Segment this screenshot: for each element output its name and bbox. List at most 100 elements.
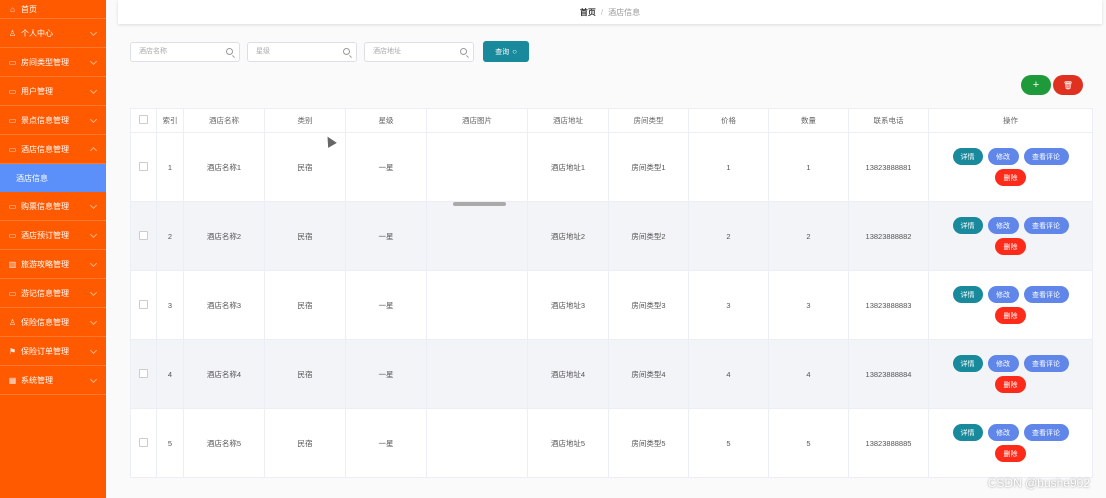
detail-button[interactable]: 详情 <box>952 424 983 441</box>
quantity-cell: 5 <box>768 408 849 478</box>
phone-cell: 13823888882 <box>848 201 929 271</box>
sidebar-item-system[interactable]: ▦ 系统管理 <box>0 366 106 395</box>
table-header-row: 索引 酒店名称 类别 星级 酒店图片 酒店地址 房间类型 价格 数量 联系电话 … <box>130 108 1093 133</box>
sidebar-item-label: 游记信息管理 <box>21 288 69 298</box>
row-checkbox[interactable] <box>139 161 148 171</box>
folder-icon: ▭ <box>8 115 17 125</box>
column-header: 酒店地址 <box>527 108 609 133</box>
column-header: 数量 <box>768 108 849 133</box>
price-cell: 2 <box>688 201 769 271</box>
edit-button[interactable]: 修改 <box>987 424 1019 441</box>
edit-button[interactable]: 修改 <box>987 217 1019 234</box>
select-all-checkbox[interactable] <box>139 115 148 124</box>
search-icon: ○ <box>512 47 517 56</box>
sidebar-item-label: 个人中心 <box>21 28 53 38</box>
batch-delete-button[interactable]: 🗑 <box>1053 75 1083 95</box>
sidebar-item-room-type[interactable]: ▭ 房间类型管理 <box>0 48 106 77</box>
table-row: 1 酒店名称1 民宿 一星 酒店地址1 房间类型1 1 1 1382388888… <box>130 132 1093 202</box>
breadcrumb: 首页 / 酒店信息 <box>118 0 1102 24</box>
sidebar-item-personal-center[interactable]: ♙ 个人中心 <box>0 19 106 48</box>
search-icon <box>460 47 467 55</box>
row-checkbox[interactable] <box>139 230 148 240</box>
add-button[interactable]: + <box>1021 75 1051 95</box>
price-cell: 3 <box>688 270 769 340</box>
sidebar-item-label: 保险信息管理 <box>21 317 69 327</box>
sidebar-item-label: 房间类型管理 <box>21 57 69 67</box>
star-input[interactable]: 星级 <box>247 41 357 62</box>
sidebar-item-label: 系统管理 <box>21 375 53 385</box>
search-icon <box>226 47 233 55</box>
star-cell: 一星 <box>345 270 427 340</box>
detail-button[interactable]: 详情 <box>952 217 983 234</box>
sidebar-item-hotel-booking[interactable]: ▭ 酒店预订管理 <box>0 221 106 250</box>
row-select-cell[interactable] <box>130 408 157 478</box>
view-reviews-button[interactable]: 查看评论 <box>1023 424 1069 441</box>
home-icon: ⌂ <box>10 4 15 14</box>
breadcrumb-separator: / <box>600 7 604 17</box>
select-all-cell[interactable] <box>130 108 157 133</box>
edit-button[interactable]: 修改 <box>987 355 1019 372</box>
detail-button[interactable]: 详情 <box>952 286 983 303</box>
row-checkbox[interactable] <box>139 299 148 309</box>
chevron-down-icon <box>89 201 98 210</box>
chevron-down-icon <box>89 288 98 297</box>
breadcrumb-home[interactable]: 首页 <box>580 7 596 18</box>
quantity-cell: 1 <box>768 132 849 202</box>
actions-cell: 详情 修改 查看评论删除 <box>928 408 1093 478</box>
row-select-cell[interactable] <box>130 132 157 202</box>
hotel-name-cell: 酒店名称3 <box>183 270 265 340</box>
column-header: 酒店名称 <box>183 108 265 133</box>
view-reviews-button[interactable]: 查看评论 <box>1023 148 1069 165</box>
folder-icon: ▭ <box>8 288 17 298</box>
sidebar-item-users[interactable]: ▭ 用户管理 <box>0 77 106 106</box>
view-reviews-button[interactable]: 查看评论 <box>1023 286 1069 303</box>
sidebar-item-label: 用户管理 <box>21 86 53 96</box>
sidebar-item-insurance-order[interactable]: ⚑ 保险订单管理 <box>0 337 106 366</box>
delete-button[interactable]: 删除 <box>995 169 1026 186</box>
hotel-name-input[interactable]: 酒店名称 <box>130 41 240 62</box>
edit-button[interactable]: 修改 <box>987 286 1019 303</box>
sidebar-item-ticket[interactable]: ▭ 购票信息管理 <box>0 192 106 221</box>
sidebar: ⌂ 首页 ♙ 个人中心 ▭ 房间类型管理 ▭ 用户管理 ▭ 景点信息管理 ▭ 酒店信息管理 … <box>0 0 106 498</box>
sidebar-item-label: 酒店预订管理 <box>21 230 69 240</box>
row-select-cell[interactable] <box>130 270 157 340</box>
sidebar-item-hotel-management[interactable]: ▭ 酒店信息管理 <box>0 135 106 164</box>
delete-button[interactable]: 删除 <box>995 376 1026 393</box>
room-type-cell: 房间类型1 <box>608 132 689 202</box>
sidebar-item-travel-notes[interactable]: ▭ 游记信息管理 <box>0 279 106 308</box>
sidebar-item-home[interactable]: ⌂ 首页 <box>0 0 106 19</box>
delete-button[interactable]: 删除 <box>995 307 1026 324</box>
quantity-cell: 3 <box>768 270 849 340</box>
table-row: 5 酒店名称5 民宿 一星 酒店地址5 房间类型5 5 5 1382388888… <box>130 408 1093 478</box>
sidebar-item-travel-guide[interactable]: ▥ 旅游攻略管理 <box>0 250 106 279</box>
detail-button[interactable]: 详情 <box>952 355 983 372</box>
detail-button[interactable]: 详情 <box>952 148 983 165</box>
column-header: 索引 <box>156 108 184 133</box>
delete-button[interactable]: 删除 <box>995 238 1026 255</box>
hotel-name-placeholder: 酒店名称 <box>139 47 167 55</box>
edit-button[interactable]: 修改 <box>987 148 1019 165</box>
view-reviews-button[interactable]: 查看评论 <box>1023 217 1069 234</box>
row-select-cell[interactable] <box>130 201 157 271</box>
phone-cell: 13823888881 <box>848 132 929 202</box>
row-checkbox[interactable] <box>139 368 148 378</box>
index-cell: 5 <box>156 408 184 478</box>
row-select-cell[interactable] <box>130 339 157 409</box>
view-reviews-button[interactable]: 查看评论 <box>1023 355 1069 372</box>
row-checkbox[interactable] <box>139 437 148 447</box>
actions-cell: 详情 修改 查看评论删除 <box>928 339 1093 409</box>
query-button[interactable]: 查询 ○ <box>483 41 529 62</box>
sidebar-item-insurance-info[interactable]: ♙ 保险信息管理 <box>0 308 106 337</box>
sidebar-item-hotel-info[interactable]: 酒店信息 <box>0 164 106 192</box>
category-cell: 民宿 <box>264 270 346 340</box>
chevron-up-icon <box>89 146 98 155</box>
hotel-table: 索引 酒店名称 类别 星级 酒店图片 酒店地址 房间类型 价格 数量 联系电话 … <box>130 108 1093 478</box>
hotel-image-cell <box>426 201 528 271</box>
watermark: CSDN @bushe902 <box>987 476 1090 490</box>
hotel-address-input[interactable]: 酒店地址 <box>364 41 474 62</box>
folder-icon: ▭ <box>8 201 17 211</box>
search-icon <box>343 47 350 55</box>
chevron-down-icon <box>89 28 98 37</box>
delete-button[interactable]: 删除 <box>995 445 1026 462</box>
sidebar-item-scenic[interactable]: ▭ 景点信息管理 <box>0 106 106 135</box>
